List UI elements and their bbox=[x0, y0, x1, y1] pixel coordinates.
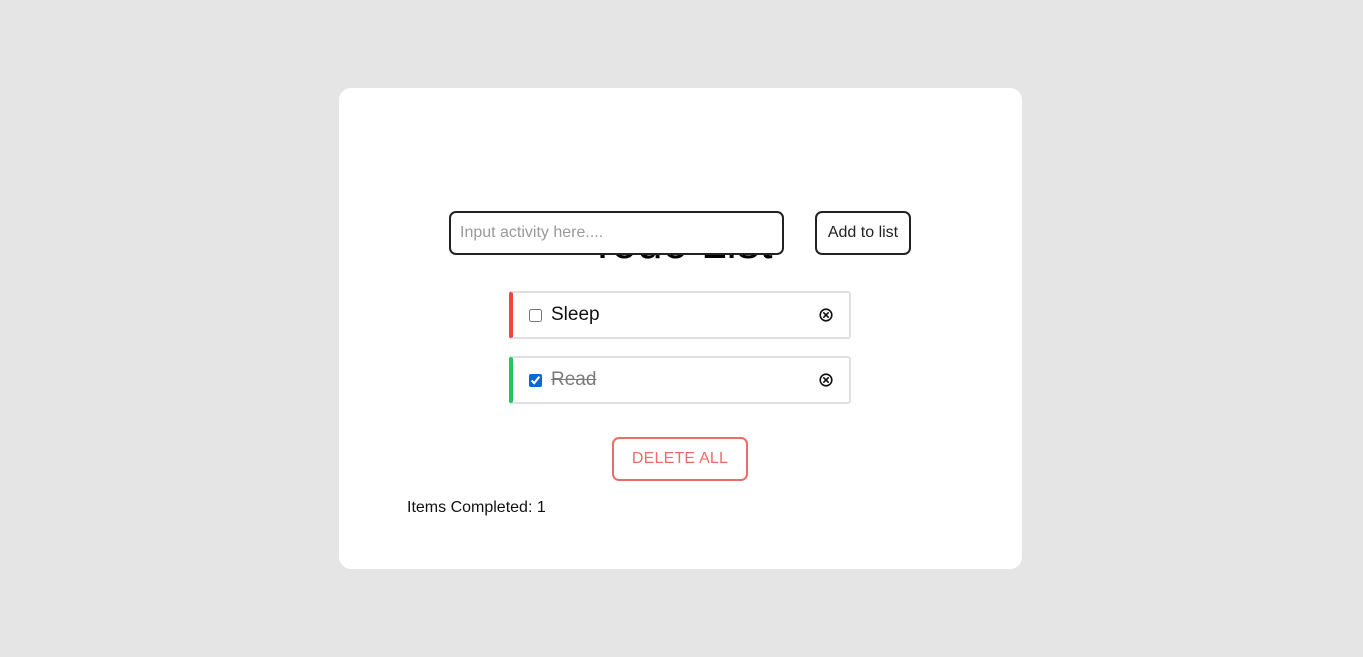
todo-label: Sleep bbox=[551, 304, 600, 325]
todo-checkbox[interactable] bbox=[529, 373, 542, 387]
completed-count: Items Completed: 1 bbox=[407, 499, 546, 517]
circle-x-icon[interactable] bbox=[819, 308, 833, 322]
add-to-list-button[interactable]: Add to list bbox=[815, 211, 911, 255]
todo-item: Sleep bbox=[509, 291, 851, 339]
completed-value: 1 bbox=[536, 499, 546, 516]
todo-item: Read bbox=[509, 356, 851, 404]
delete-all-button[interactable]: DELETE ALL bbox=[612, 437, 748, 481]
activity-input[interactable] bbox=[449, 211, 784, 255]
todo-checkbox[interactable] bbox=[529, 308, 542, 322]
completed-label: Items Completed: bbox=[407, 499, 533, 516]
circle-x-icon[interactable] bbox=[819, 373, 833, 387]
todo-card: Todo List Add to list Sleep Read DELETE … bbox=[339, 88, 1022, 569]
todo-label: Read bbox=[551, 369, 597, 390]
